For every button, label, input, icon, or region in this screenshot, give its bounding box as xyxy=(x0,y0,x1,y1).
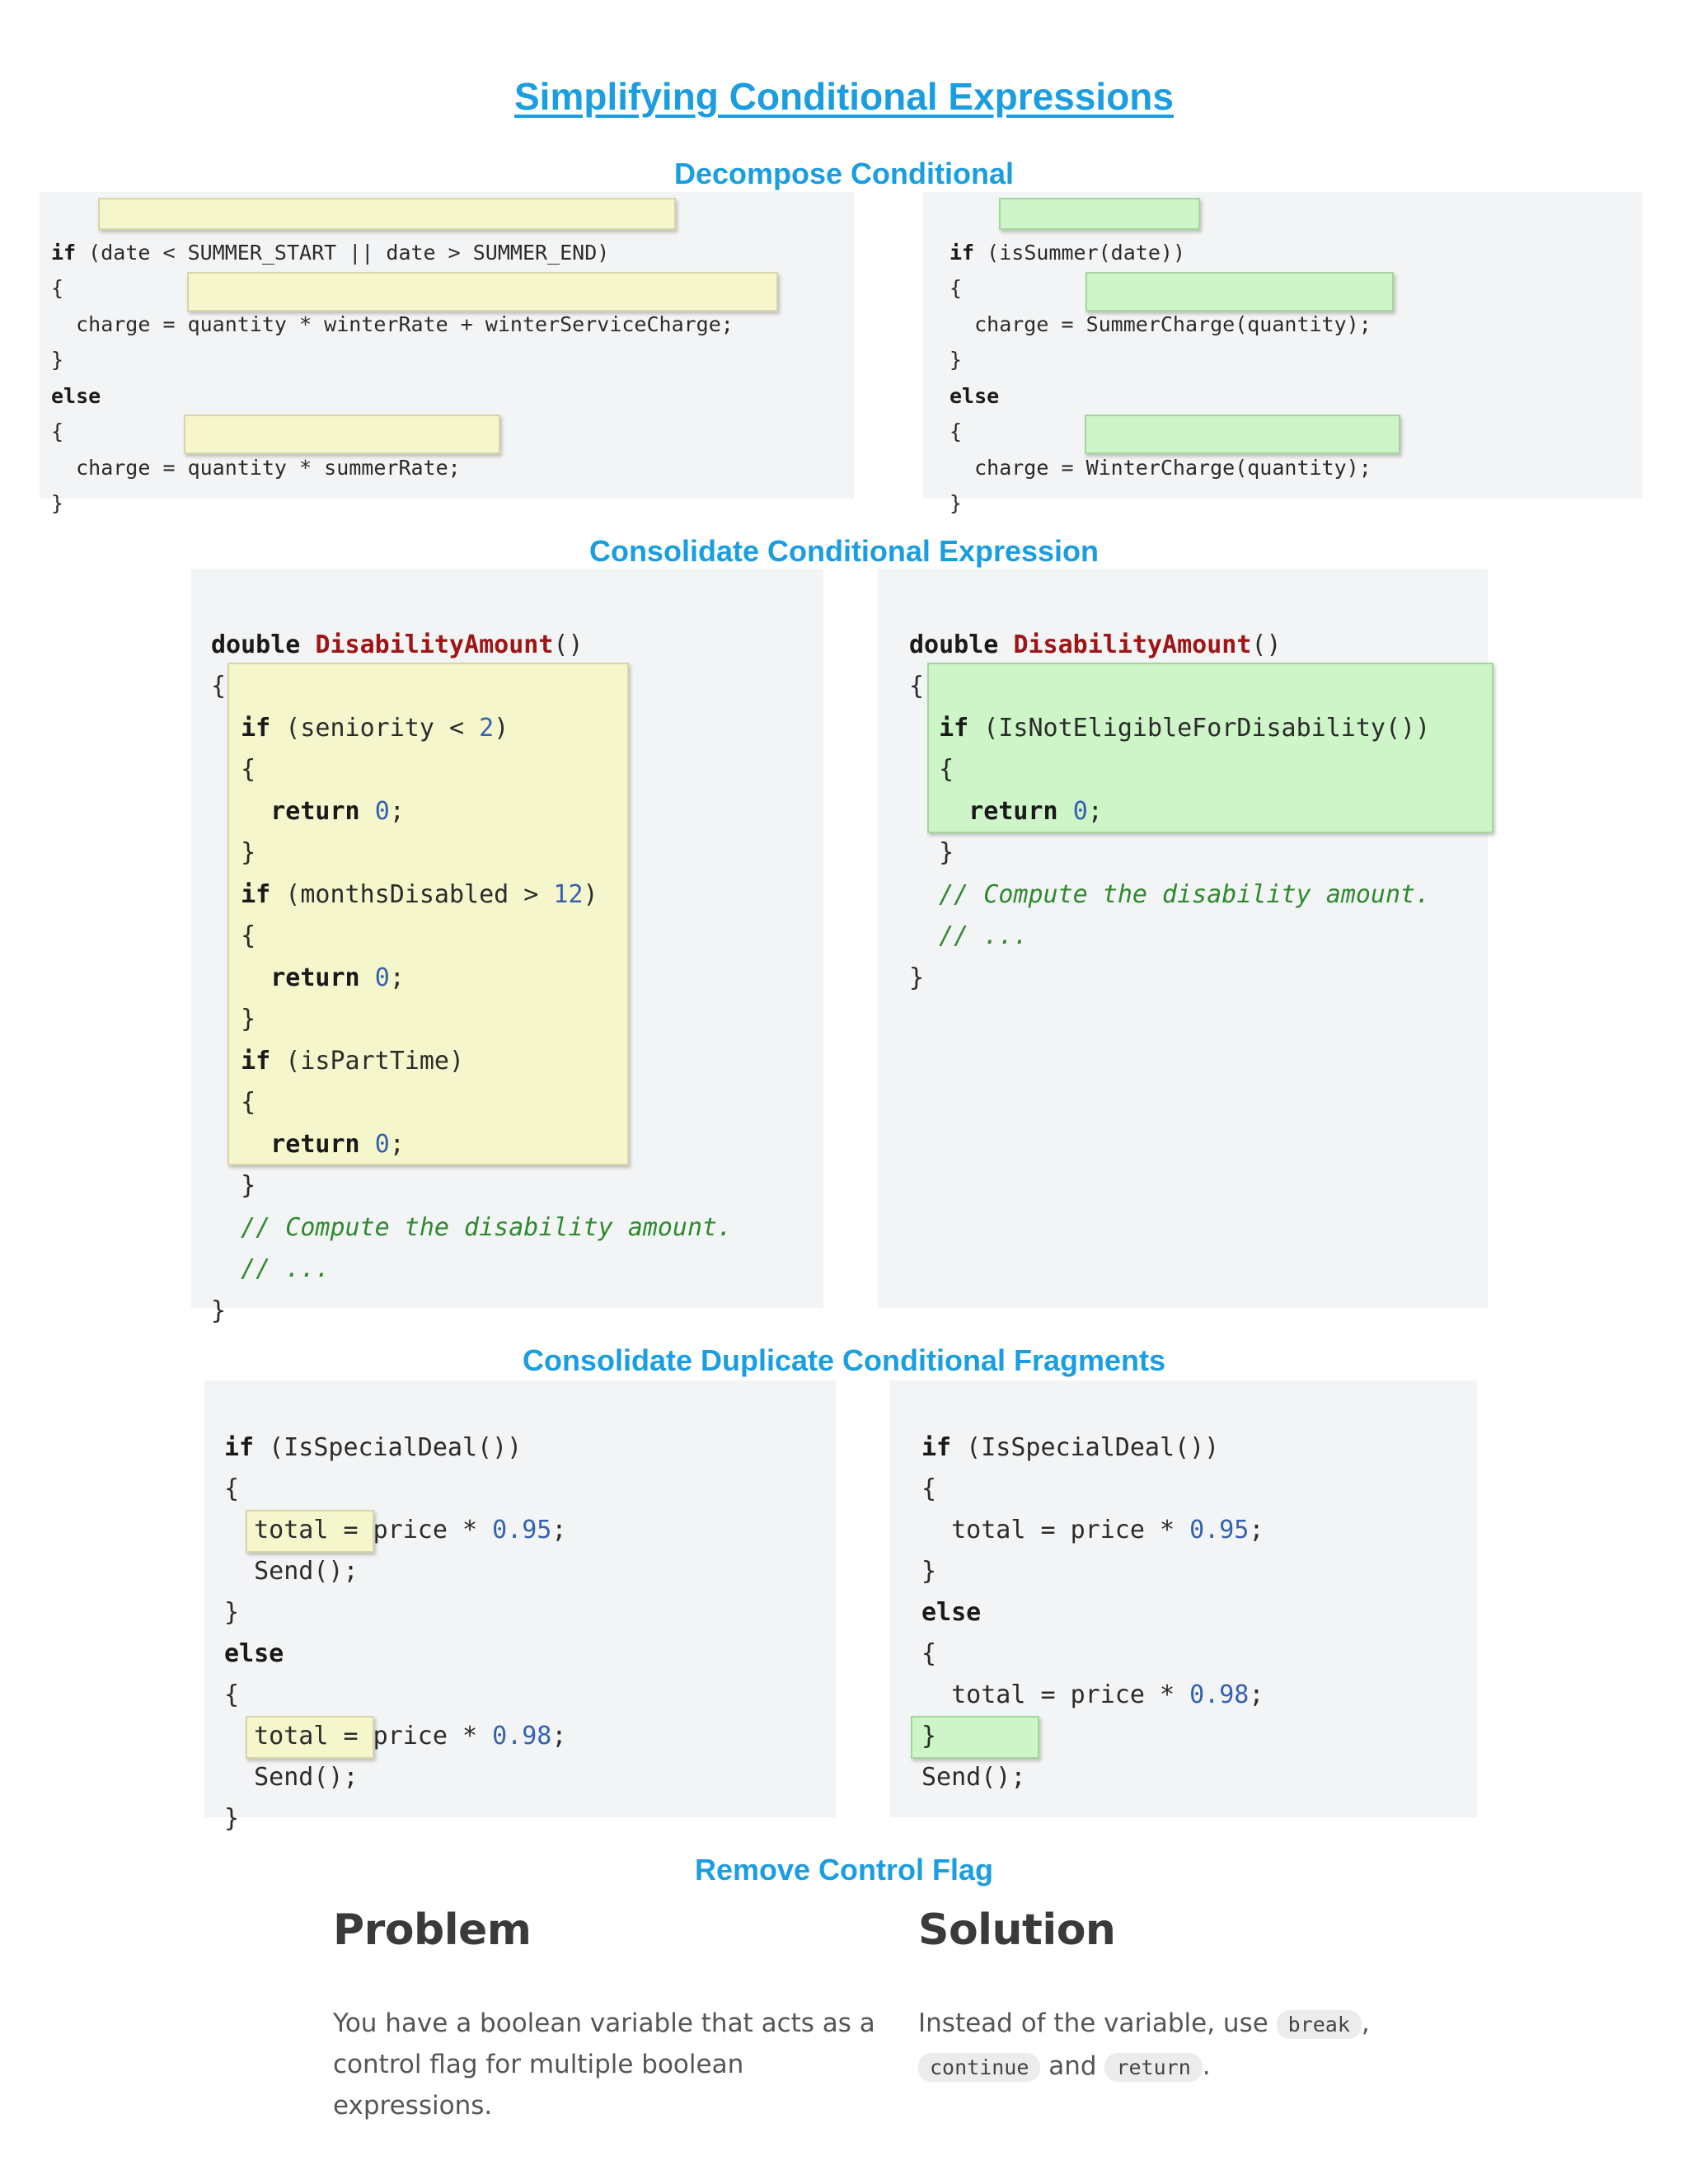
solution-heading: Solution xyxy=(918,1905,1116,1955)
code-block: double DisabilityAmount(){ if (seniority… xyxy=(211,630,733,1325)
code-continue: continue xyxy=(918,2053,1041,2082)
code-block: if (isSummer(date)){ charge = SummerChar… xyxy=(950,240,1372,516)
problem-line-2: control flag for multiple boolean expres… xyxy=(333,2050,744,2121)
code-return: return xyxy=(1104,2053,1203,2082)
code-block: if (date < SUMMER_START || date > SUMMER… xyxy=(51,240,734,516)
problem-line-1: You have a boolean variable that acts as… xyxy=(333,2008,875,2038)
solution-text: Instead of the variable, use break, cont… xyxy=(918,2008,1370,2082)
code-break: break xyxy=(1276,2010,1362,2039)
code-panel-consolidate-before: double DisabilityAmount(){ if (seniority… xyxy=(191,569,823,1325)
code-panel-duplicate-before: if (IsSpecialDeal()){ total = price * 0.… xyxy=(204,1380,836,1833)
section-title-control-flag: Remove Control Flag xyxy=(694,1853,994,1886)
code-panel-decompose-before: if (date < SUMMER_START || date > SUMMER… xyxy=(40,192,854,515)
code-panel-decompose-after: if (isSummer(date)){ charge = SummerChar… xyxy=(923,192,1643,515)
problem-text: You have a boolean variable that acts as… xyxy=(333,2003,910,2126)
problem-heading: Problem xyxy=(333,1905,532,1955)
code-panel-duplicate-after: if (IsSpecialDeal()){ total = price * 0.… xyxy=(890,1380,1477,1817)
section-title-duplicate-fragments: Consolidate Duplicate Conditional Fragme… xyxy=(522,1343,1166,1377)
section-title-consolidate-expression: Consolidate Conditional Expression xyxy=(588,534,1100,568)
section-title-decompose: Decompose Conditional xyxy=(673,157,1015,190)
code-panel-consolidate-after: double DisabilityAmount(){ if (IsNotElig… xyxy=(878,569,1493,1308)
code-block: double DisabilityAmount(){ if (IsNotElig… xyxy=(909,630,1431,992)
code-block: if (IsSpecialDeal()){ total = price * 0.… xyxy=(921,1433,1264,1792)
code-block: if (IsSpecialDeal()){ total = price * 0.… xyxy=(224,1433,567,1833)
page-title: Simplifying Conditional Expressions xyxy=(514,75,1174,118)
